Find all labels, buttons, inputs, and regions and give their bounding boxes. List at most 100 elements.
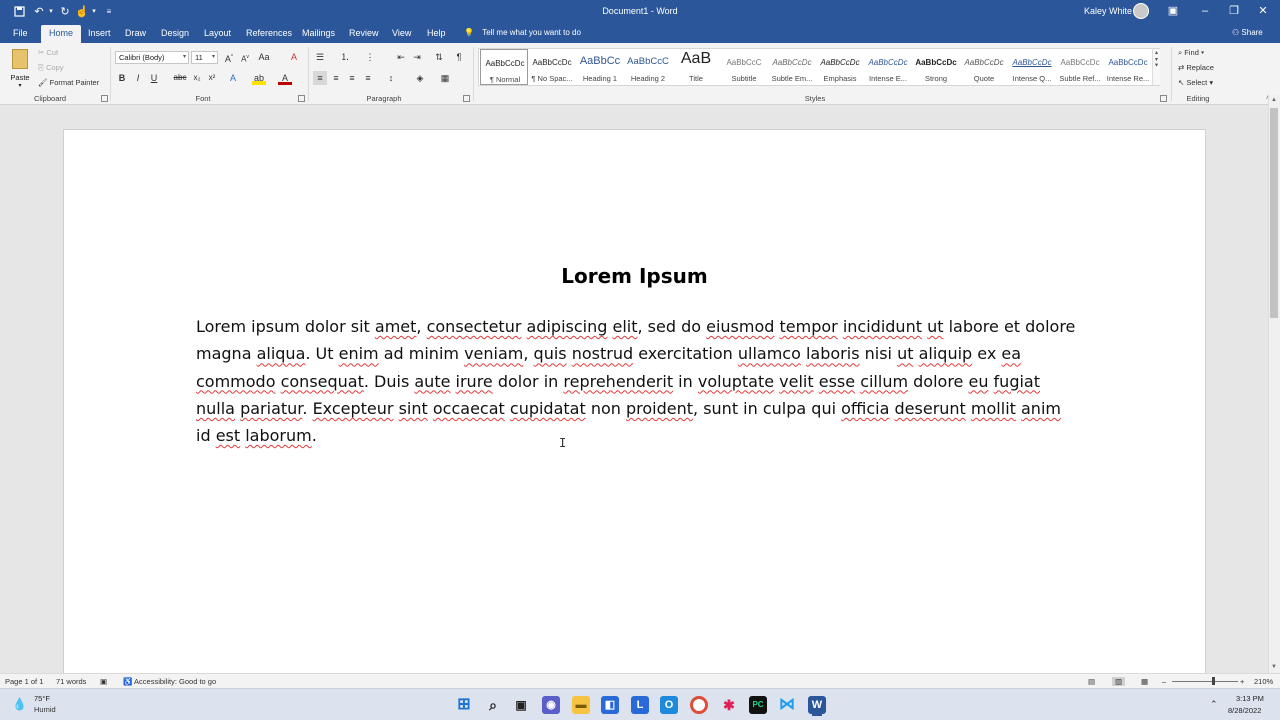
ribbon-display-options-icon[interactable]: ▣ xyxy=(1165,4,1181,18)
style-no-spacing[interactable]: AaBbCcDc ¶ No Spac... xyxy=(528,49,576,85)
style-quote[interactable]: AaBbCcDc Quote xyxy=(960,49,1008,85)
clear-formatting-icon[interactable]: A xyxy=(287,50,301,64)
scrollbar-thumb[interactable] xyxy=(1270,108,1278,318)
shrink-font-icon[interactable]: Av xyxy=(238,50,252,64)
clock-time[interactable]: 3:13 PM xyxy=(1236,694,1264,703)
select-button[interactable]: ↖ Select ▾ xyxy=(1178,78,1213,87)
windows-start-icon[interactable]: ⊞ xyxy=(455,696,473,714)
clock-date[interactable]: 8/28/2022 xyxy=(1228,706,1261,715)
paste-button[interactable]: Paste ▾ xyxy=(8,47,32,89)
numbering-icon[interactable]: ⒈ xyxy=(338,50,352,64)
close-icon[interactable]: ✕ xyxy=(1255,4,1271,18)
sort-icon[interactable]: ⇅ xyxy=(432,50,446,64)
font-color-icon[interactable]: A xyxy=(278,71,292,85)
tab-help[interactable]: Help xyxy=(427,27,446,43)
zoom-in-icon[interactable]: + xyxy=(1240,677,1244,686)
user-name[interactable]: Kaley White xyxy=(1084,6,1132,16)
weather-icon[interactable]: 💧 xyxy=(12,697,27,711)
zoom-slider-thumb[interactable] xyxy=(1212,677,1215,685)
styles-gallery-scroll[interactable]: ▴ ▾ ⯆ xyxy=(1152,49,1160,85)
zoom-out-icon[interactable]: – xyxy=(1162,677,1166,686)
font-launcher-icon[interactable] xyxy=(298,95,305,102)
line-spacing-icon[interactable]: ↕ xyxy=(384,71,398,85)
avatar[interactable] xyxy=(1133,3,1149,19)
find-button[interactable]: ⌕ Find ▾ xyxy=(1178,48,1204,58)
format-painter-button[interactable]: 🖌 Format Painter xyxy=(38,78,99,87)
weather-temperature[interactable]: 75°F xyxy=(34,694,50,703)
style-title[interactable]: AaB Title xyxy=(672,49,720,85)
strikethrough-icon[interactable]: abc xyxy=(173,71,187,85)
share-button[interactable]: ⚇ Share xyxy=(1232,28,1263,37)
proofing-icon[interactable]: ▣ xyxy=(100,677,107,686)
shading-icon[interactable]: ◈ xyxy=(413,71,427,85)
decrease-indent-icon[interactable]: ⇤ xyxy=(394,50,408,64)
pycharm-icon[interactable]: PC xyxy=(749,696,767,714)
style-intense-emphasis[interactable]: AaBbCcDc Intense E... xyxy=(864,49,912,85)
style-intense-quote[interactable]: AaBbCcDc Intense Q... xyxy=(1008,49,1056,85)
align-right-icon[interactable]: ≡ xyxy=(345,71,359,85)
chrome-icon[interactable] xyxy=(690,696,708,714)
grow-font-icon[interactable]: A^ xyxy=(222,50,236,64)
highlight-icon[interactable]: ab xyxy=(252,71,266,85)
style-intense-reference[interactable]: AaBbCcDc Intense Re... xyxy=(1104,49,1152,85)
paragraph-launcher-icon[interactable] xyxy=(463,95,470,102)
slack-icon[interactable]: ✱ xyxy=(720,696,738,714)
style-heading-1[interactable]: AaBbCc Heading 1 xyxy=(576,49,624,85)
subscript-icon[interactable]: x₂ xyxy=(190,71,204,85)
replace-button[interactable]: ⇄ Replace xyxy=(1178,63,1214,72)
underline-icon[interactable]: U xyxy=(147,71,161,85)
tab-insert[interactable]: Insert xyxy=(88,27,111,43)
minimize-icon[interactable]: – xyxy=(1197,4,1213,18)
tab-file[interactable]: File xyxy=(13,27,28,43)
weather-description[interactable]: Humid xyxy=(34,705,56,714)
zoom-slider[interactable] xyxy=(1172,681,1238,682)
align-center-icon[interactable]: ≡ xyxy=(329,71,343,85)
increase-indent-icon[interactable]: ⇥ xyxy=(410,50,424,64)
scroll-down-icon[interactable]: ▼ xyxy=(1270,663,1278,671)
font-name-select[interactable]: Calibri (Body) ▾ xyxy=(115,51,189,64)
tab-home[interactable]: Home xyxy=(41,25,82,43)
restore-icon[interactable]: ❐ xyxy=(1226,4,1242,18)
tell-me-box[interactable]: 💡 Tell me what you want to do xyxy=(464,28,581,37)
style-subtle-reference[interactable]: AaBbCcDc Subtle Ref... xyxy=(1056,49,1104,85)
tab-design[interactable]: Design xyxy=(161,27,189,43)
accessibility-status[interactable]: ♿ Accessibility: Good to go xyxy=(123,677,216,686)
tab-layout[interactable]: Layout xyxy=(204,27,231,43)
styles-launcher-icon[interactable] xyxy=(1160,95,1167,102)
style-normal[interactable]: AaBbCcDc ¶ Normal xyxy=(480,49,528,85)
tab-view[interactable]: View xyxy=(392,27,411,43)
tab-draw[interactable]: Draw xyxy=(125,27,146,43)
superscript-icon[interactable]: x² xyxy=(205,71,219,85)
italic-icon[interactable]: I xyxy=(131,71,145,85)
document-heading[interactable]: Lorem Ipsum xyxy=(63,264,1206,288)
style-heading-2[interactable]: AaBbCcC Heading 2 xyxy=(624,49,672,85)
word-icon[interactable]: W xyxy=(808,696,826,714)
change-case-icon[interactable]: Aa xyxy=(257,50,271,64)
multilevel-list-icon[interactable]: ⋮ xyxy=(363,50,377,64)
tab-references[interactable]: References xyxy=(246,27,292,43)
cut-button[interactable]: ✂ Cut xyxy=(38,48,58,57)
tab-review[interactable]: Review xyxy=(349,27,379,43)
style-subtle-emphasis[interactable]: AaBbCcDc Subtle Em... xyxy=(768,49,816,85)
style-strong[interactable]: AaBbCcDc Strong xyxy=(912,49,960,85)
text-effects-icon[interactable]: A xyxy=(226,71,240,85)
copy-button[interactable]: ⎘ Copy xyxy=(38,63,64,73)
page-count[interactable]: Page 1 of 1 xyxy=(5,677,43,686)
chat-icon[interactable]: ◉ xyxy=(542,696,560,714)
task-view-icon[interactable]: ▣ xyxy=(512,696,530,714)
scroll-up-icon[interactable]: ▲ xyxy=(1270,96,1278,104)
file-explorer-icon[interactable]: ▬ xyxy=(572,696,590,714)
align-left-icon[interactable]: ≡ xyxy=(313,71,327,85)
system-tray-icon[interactable]: ⌃ xyxy=(1210,699,1218,710)
vscode-icon[interactable]: ⋈ xyxy=(778,696,796,714)
style-emphasis[interactable]: AaBbCcDc Emphasis xyxy=(816,49,864,85)
bold-icon[interactable]: B xyxy=(115,71,129,85)
outlook-icon[interactable]: O xyxy=(660,696,678,714)
web-layout-icon[interactable]: ▦ xyxy=(1141,677,1148,686)
zoom-level[interactable]: 210% xyxy=(1254,677,1273,686)
clipboard-launcher-icon[interactable] xyxy=(101,95,108,102)
borders-icon[interactable]: ▦ xyxy=(438,71,452,85)
font-size-select[interactable]: 11 ▾ xyxy=(191,51,218,64)
justify-icon[interactable]: ≡ xyxy=(361,71,375,85)
word-count[interactable]: 71 words xyxy=(56,677,86,686)
